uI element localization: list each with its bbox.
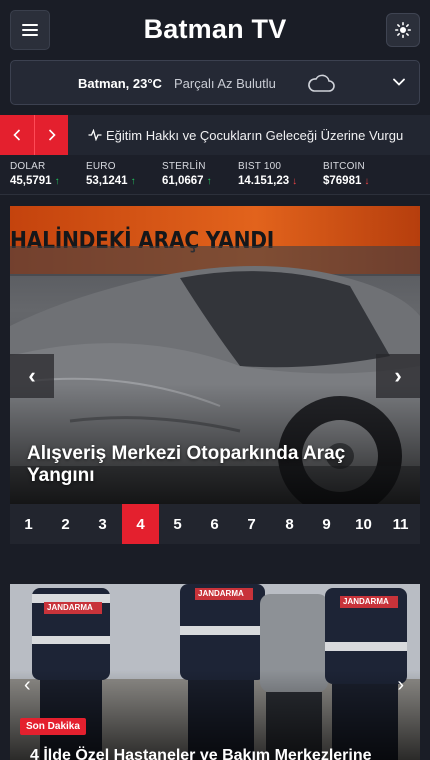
market-value: 14.151,23: [238, 175, 290, 187]
vest-label: JANDARMA: [198, 589, 244, 598]
chevron-right-icon: [48, 129, 56, 141]
slide-title[interactable]: 4 İlde Özel Hastaneler ve Bakım Merkezle…: [30, 747, 372, 760]
chevron-down-icon: [393, 78, 405, 86]
weather-dropdown[interactable]: Batman, 23°C Parçalı Az Bulutlu: [10, 60, 420, 105]
ticker-next-button[interactable]: [34, 115, 68, 155]
arrow-up-icon: ↑: [54, 176, 60, 187]
chevron-right-icon: ›: [397, 674, 404, 696]
chevron-left-icon: [13, 129, 21, 141]
market-name: BITCOIN: [323, 161, 365, 172]
chevron-left-icon: ‹: [28, 363, 36, 388]
theme-toggle-button[interactable]: [386, 13, 420, 47]
header: Batman TV: [0, 0, 430, 60]
weather-description: Parçalı Az Bulutlu: [174, 76, 276, 91]
ticker-headline-link[interactable]: Eğitim Hakkı ve Çocukların Geleceği Üzer…: [88, 128, 403, 143]
slider2-next-button[interactable]: ›: [397, 674, 404, 697]
market-item-euro: EURO 53,1241 ↑: [86, 161, 136, 187]
headline-slider: HALİNDEKİ ARAÇ YANDI Alışveriş Merkezi O…: [10, 206, 420, 544]
market-item-bist: BIST 100 14.151,23 ↓: [238, 161, 297, 187]
pulse-icon: [88, 128, 102, 142]
breaking-news-ticker: Eğitim Hakkı ve Çocukların Geleceği Üzer…: [0, 115, 430, 155]
market-name: DOLAR: [10, 161, 46, 172]
vest-label: JANDARMA: [343, 597, 389, 606]
breaking-news-slider[interactable]: JANDARMA JANDARMA JANDARMA ‹ › Son Dakik…: [10, 584, 420, 760]
site-title[interactable]: Batman TV: [0, 14, 430, 45]
market-name: EURO: [86, 161, 116, 172]
slider-pagination: 1 2 3 4 5 6 7 8 9 10 11: [10, 504, 420, 544]
slider2-prev-button[interactable]: ‹: [24, 674, 31, 697]
chevron-right-icon: ›: [394, 363, 402, 388]
arrow-down-icon: ↓: [364, 176, 370, 187]
market-value: 61,0667: [162, 175, 204, 187]
weather-city: Batman, 23°C: [78, 76, 162, 91]
page-button-3[interactable]: 3: [84, 504, 121, 544]
market-item-bitcoin: BITCOIN $76981 ↓: [323, 161, 369, 187]
slider-prev-button[interactable]: ‹: [10, 354, 54, 398]
ticker-prev-button[interactable]: [0, 115, 34, 155]
slide-title[interactable]: Alışveriş Merkezi Otoparkında Araç Yangı…: [27, 443, 397, 487]
arrow-down-icon: ↓: [292, 176, 298, 187]
arrow-up-icon: ↑: [130, 176, 136, 187]
market-value: 53,1241: [86, 175, 128, 187]
page-button-8[interactable]: 8: [271, 504, 308, 544]
market-name: BIST 100: [238, 161, 282, 172]
market-bar: DOLAR 45,5791 ↑ EURO 53,1241 ↑ STERLİN 61,…: [0, 155, 430, 195]
market-item-dolar: DOLAR 45,5791 ↑: [10, 161, 60, 187]
page-button-6[interactable]: 6: [196, 504, 233, 544]
page-button-7[interactable]: 7: [233, 504, 270, 544]
arrow-up-icon: ↑: [206, 176, 212, 187]
page-button-4[interactable]: 4: [122, 504, 159, 544]
vest-label: JANDARMA: [47, 603, 93, 612]
slide-image[interactable]: HALİNDEKİ ARAÇ YANDI Alışveriş Merkezi O…: [10, 206, 420, 504]
breaking-badge: Son Dakika: [20, 718, 86, 735]
ticker-headline: Eğitim Hakkı ve Çocukların Geleceği Üzer…: [106, 128, 404, 143]
page-button-1[interactable]: 1: [10, 504, 47, 544]
market-name: STERLİN: [162, 161, 206, 172]
market-item-sterlin: STERLİN 61,0667 ↑: [162, 161, 212, 187]
page-button-5[interactable]: 5: [159, 504, 196, 544]
page-button-10[interactable]: 10: [345, 504, 382, 544]
page-button-2[interactable]: 2: [47, 504, 84, 544]
market-value: 45,5791: [10, 175, 52, 187]
page-button-9[interactable]: 9: [308, 504, 345, 544]
chevron-left-icon: ‹: [24, 674, 31, 696]
sun-icon: [395, 22, 411, 38]
market-value: $76981: [323, 175, 362, 187]
cloud-icon: [308, 74, 335, 92]
slider-next-button[interactable]: ›: [376, 354, 420, 398]
page-button-11[interactable]: 11: [382, 504, 419, 544]
